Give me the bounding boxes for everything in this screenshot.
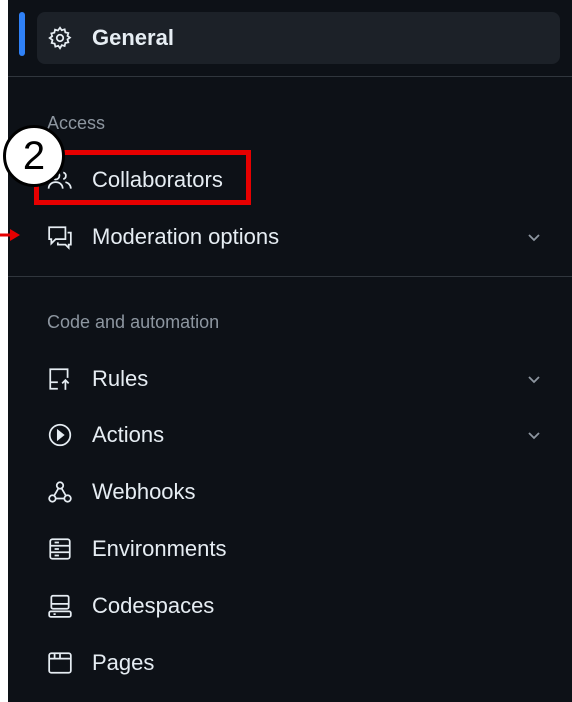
divider xyxy=(8,76,572,77)
report-icon xyxy=(47,224,73,250)
sidebar-item-label: Webhooks xyxy=(92,479,196,504)
sidebar-item-actions[interactable]: Actions xyxy=(37,409,560,461)
sidebar-item-moderation[interactable]: Moderation options xyxy=(37,211,560,263)
annotation-step-badge: 2 xyxy=(3,125,65,187)
page-margin xyxy=(0,0,8,702)
sidebar-item-label: Codespaces xyxy=(92,593,215,618)
active-indicator xyxy=(19,12,25,56)
sidebar-item-label: Pages xyxy=(92,650,155,675)
play-icon xyxy=(47,422,73,448)
sidebar-item-label: Actions xyxy=(92,422,165,447)
sidebar-item-label: Moderation options xyxy=(92,224,280,249)
sidebar-item-label: Rules xyxy=(92,366,149,391)
sidebar-item-codespaces[interactable]: Codespaces xyxy=(37,580,560,632)
codespaces-icon xyxy=(47,593,73,619)
server-icon xyxy=(47,536,73,562)
chevron-down-icon[interactable] xyxy=(524,369,544,389)
sidebar-item-environments[interactable]: Environments xyxy=(37,523,560,575)
sidebar-item-label: General xyxy=(92,25,174,50)
gear-icon xyxy=(47,25,73,51)
sidebar-item-rules[interactable]: Rules xyxy=(37,353,560,405)
section-title-access: Access xyxy=(47,113,106,133)
settings-sidebar: General Access Collaborators Moderation … xyxy=(0,0,572,702)
annotation-arrow-icon xyxy=(0,227,22,243)
divider xyxy=(8,276,572,277)
browser-icon xyxy=(47,650,73,676)
section-title-code-automation: Code and automation xyxy=(47,312,220,332)
sidebar-item-pages[interactable]: Pages xyxy=(37,637,560,689)
annotation-highlight-box xyxy=(34,150,251,205)
chevron-down-icon[interactable] xyxy=(524,425,544,445)
sidebar-item-label: Environments xyxy=(92,536,227,561)
rules-icon xyxy=(47,366,73,392)
sidebar-item-general[interactable]: General xyxy=(37,12,560,64)
annotation-step-number: 2 xyxy=(22,133,46,178)
chevron-down-icon[interactable] xyxy=(524,227,544,247)
sidebar-item-webhooks[interactable]: Webhooks xyxy=(37,466,560,518)
webhook-icon xyxy=(47,479,73,505)
